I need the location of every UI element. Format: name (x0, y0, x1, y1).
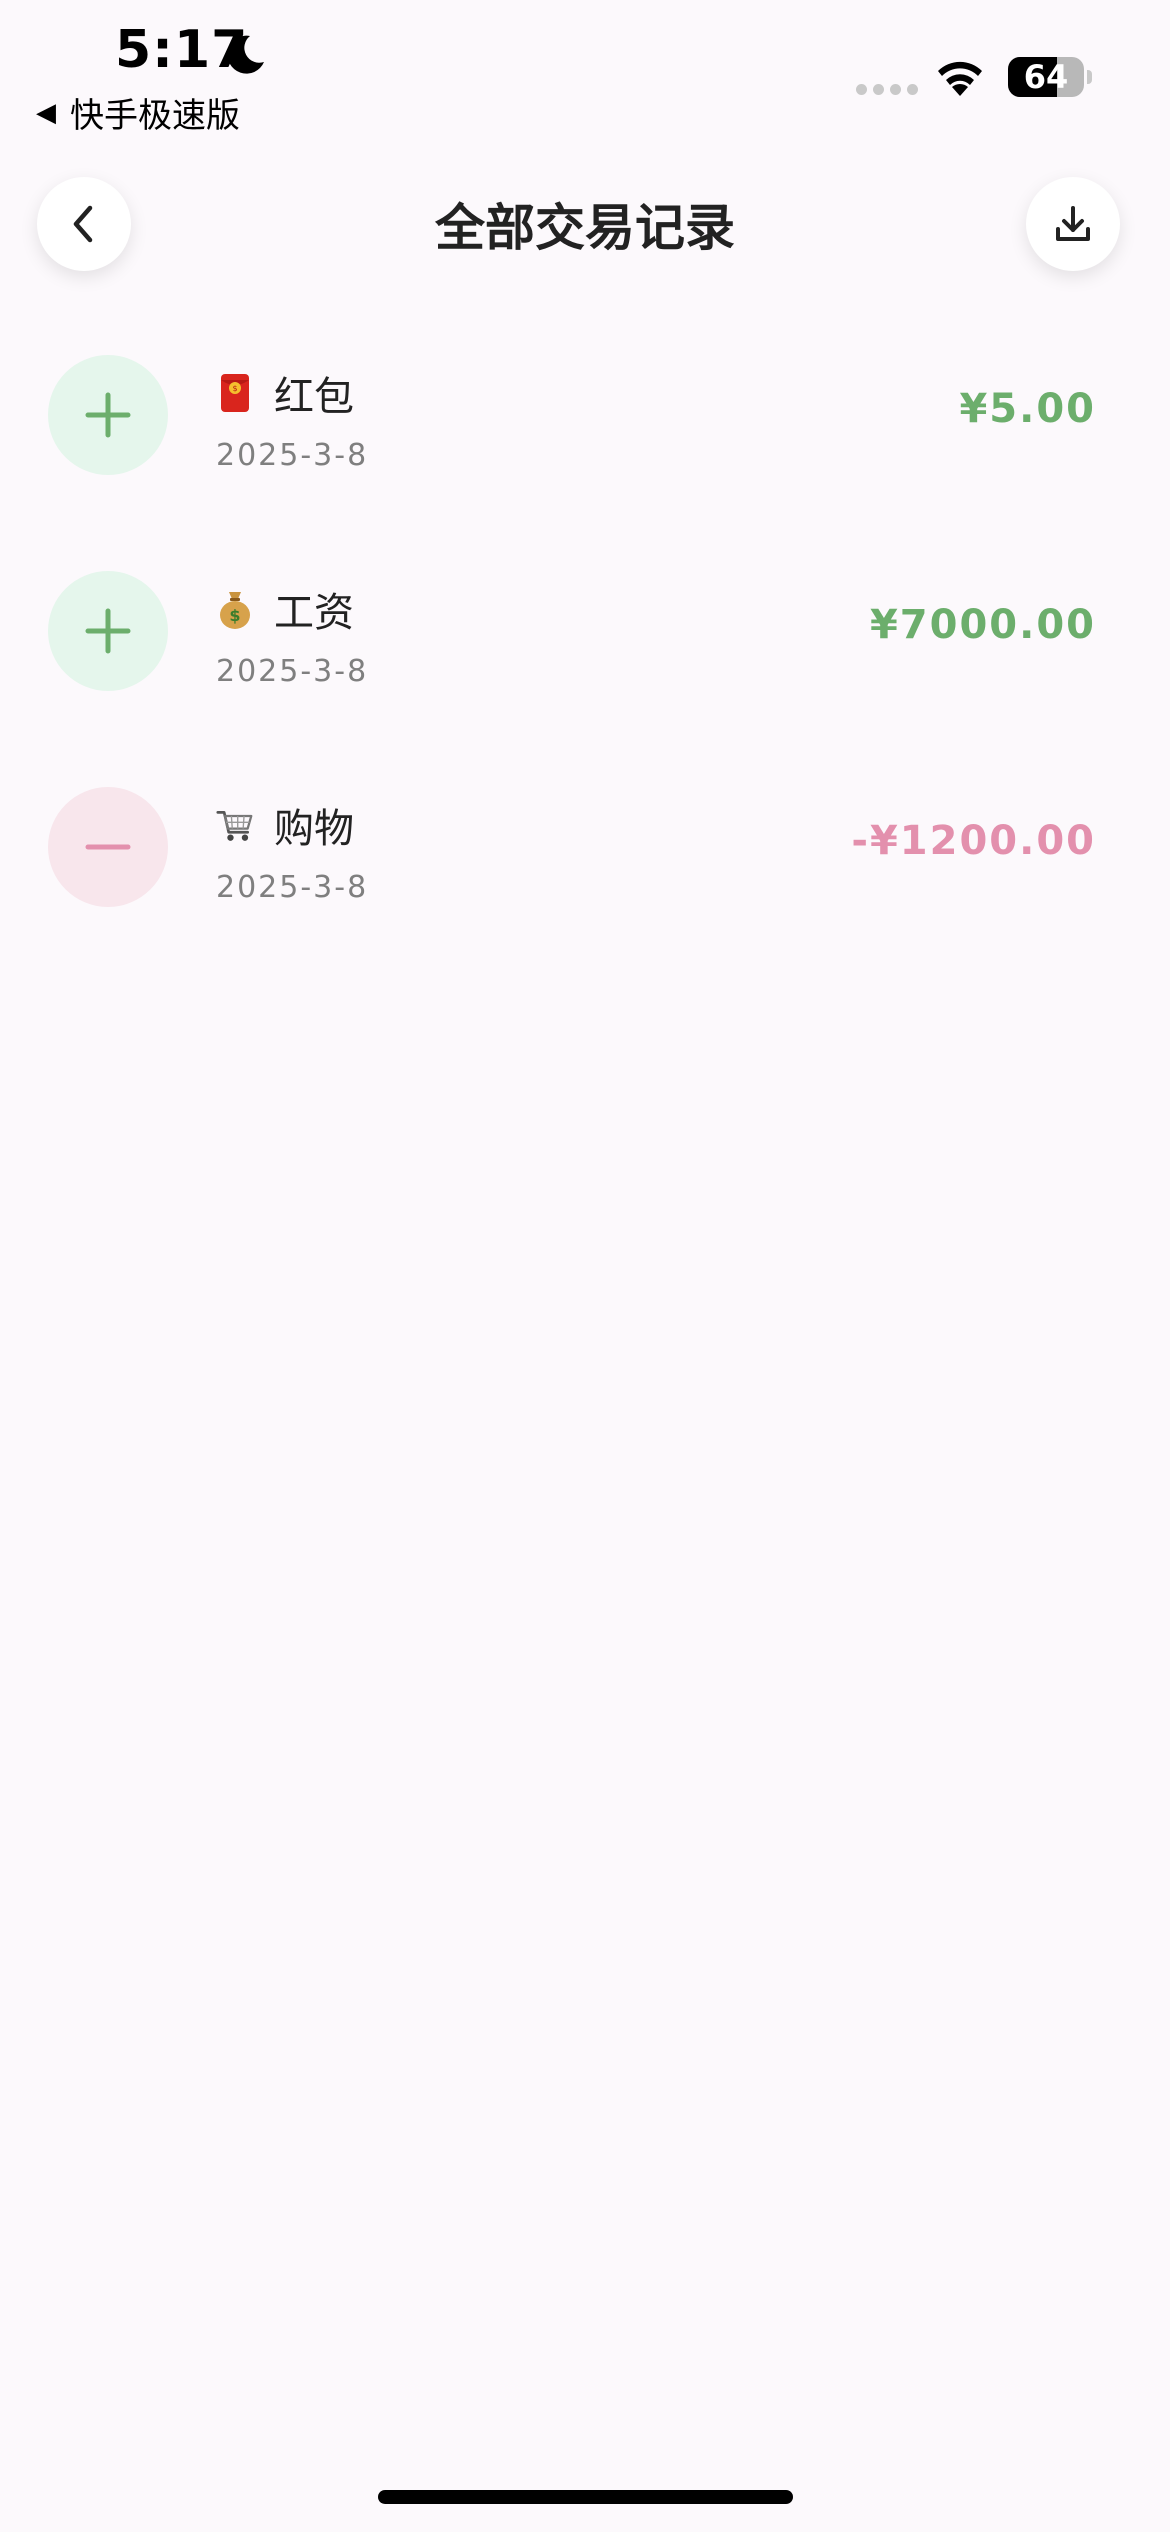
back-app-label: 快手极速版 (70, 96, 240, 136)
home-indicator[interactable] (378, 2490, 793, 2504)
transaction-title: 购物 (216, 796, 354, 854)
transaction-date: 2025-3-8 (216, 870, 369, 905)
page-title: 全部交易记录 (435, 199, 735, 257)
transaction-list: $ 红包 2025-3-8 ¥5.00 $ 工资 2025-3-8 ¥7000.… (0, 350, 1170, 998)
income-plus-icon (48, 571, 168, 691)
cellular-signal-icon (856, 84, 918, 95)
transaction-date: 2025-3-8 (216, 654, 369, 689)
svg-text:$: $ (232, 384, 237, 393)
transaction-date: 2025-3-8 (216, 438, 369, 473)
battery-tip (1087, 70, 1092, 84)
transaction-title: $ 红包 (216, 364, 354, 422)
svg-text:$: $ (229, 606, 240, 625)
download-icon (1056, 206, 1090, 241)
transaction-amount: ¥7000.00 (869, 602, 1096, 648)
transaction-title: $ 工资 (216, 580, 354, 638)
expense-minus-icon (48, 787, 168, 907)
status-bar: 5:17 ◀ 快手极速版 64 (0, 0, 1170, 140)
moon-icon (227, 35, 264, 74)
transaction-label: 工资 (274, 590, 354, 636)
transaction-amount: ¥5.00 (959, 386, 1096, 432)
transaction-row[interactable]: $ 红包 2025-3-8 ¥5.00 (0, 350, 1170, 566)
red-envelope-icon: $ (221, 374, 249, 412)
transaction-amount: -¥1200.00 (851, 818, 1096, 864)
transaction-label: 红包 (274, 374, 354, 420)
transaction-row[interactable]: 购物 2025-3-8 -¥1200.00 (0, 782, 1170, 998)
money-bag-icon: $ (220, 592, 250, 629)
back-triangle-icon: ◀ (36, 97, 56, 128)
shopping-cart-icon (216, 810, 253, 841)
battery-icon: 64 (1008, 57, 1084, 97)
download-button[interactable] (1026, 177, 1120, 271)
wifi-icon (938, 61, 982, 96)
transaction-label: 购物 (274, 806, 354, 852)
battery-percentage: 64 (1023, 58, 1069, 96)
transaction-row[interactable]: $ 工资 2025-3-8 ¥7000.00 (0, 566, 1170, 782)
income-plus-icon (48, 355, 168, 475)
back-to-app-link[interactable]: ◀ 快手极速版 (36, 88, 240, 137)
